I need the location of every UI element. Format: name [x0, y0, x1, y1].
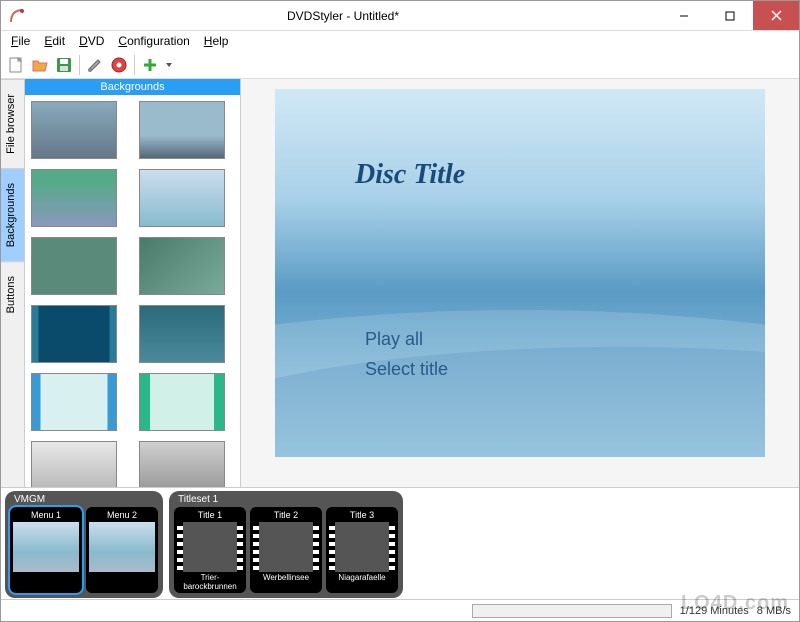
- titleset-label: Titleset 1: [174, 494, 398, 507]
- menu-option-play-all[interactable]: Play all: [365, 329, 423, 350]
- app-icon: [9, 8, 25, 24]
- background-thumb[interactable]: [139, 373, 225, 431]
- title-caption: Trier-barockbrunnen: [176, 573, 244, 591]
- menu-help-label: elp: [212, 34, 228, 48]
- titlebar: DVDStyler - Untitled*: [1, 1, 799, 31]
- titleset-group: Titleset 1 Title 1 Trier-barockbrunnen T…: [169, 491, 403, 598]
- add-button[interactable]: [139, 54, 161, 76]
- settings-button[interactable]: [84, 54, 106, 76]
- menu-item-label: Menu 1: [31, 509, 61, 521]
- title-item-1[interactable]: Title 1 Trier-barockbrunnen: [174, 507, 246, 593]
- background-thumb[interactable]: [31, 169, 117, 227]
- vmgm-group: VMGM Menu 1 Menu 2: [5, 491, 163, 598]
- browser-header: Backgrounds: [25, 79, 240, 95]
- minimize-button[interactable]: [661, 1, 707, 30]
- save-button[interactable]: [53, 54, 75, 76]
- open-button[interactable]: [29, 54, 51, 76]
- menu-dvd-label: VD: [88, 34, 105, 48]
- background-thumb[interactable]: [139, 305, 225, 363]
- vmgm-items: Menu 1 Menu 2: [10, 507, 158, 593]
- vmgm-label: VMGM: [10, 494, 158, 507]
- background-thumb[interactable]: [139, 441, 225, 487]
- background-thumb[interactable]: [31, 441, 117, 487]
- background-thumb[interactable]: [31, 305, 117, 363]
- menu-thumbnail: [13, 522, 79, 572]
- menu-edit-label: dit: [52, 34, 65, 48]
- title-label: Title 2: [274, 509, 298, 521]
- toolbar-separator: [79, 55, 80, 75]
- maximize-button[interactable]: [707, 1, 753, 30]
- toolbar-separator: [134, 55, 135, 75]
- title-label: Title 3: [350, 509, 374, 521]
- tab-buttons[interactable]: Buttons: [1, 261, 24, 327]
- tab-backgrounds[interactable]: Backgrounds: [1, 168, 24, 261]
- toolbar: [1, 51, 799, 79]
- menu-config[interactable]: Configuration: [112, 32, 195, 50]
- app-window: DVDStyler - Untitled* File Edit DVD Conf…: [0, 0, 800, 622]
- menu-help[interactable]: Help: [198, 32, 235, 50]
- menu-preview[interactable]: Disc Title Play all Select title: [275, 89, 765, 457]
- window-controls: [661, 1, 799, 30]
- menu-config-label: onfiguration: [127, 34, 190, 48]
- background-thumb[interactable]: [31, 237, 117, 295]
- disc-title-text[interactable]: Disc Title: [355, 159, 465, 191]
- add-dropdown[interactable]: [163, 54, 175, 76]
- menu-edit[interactable]: Edit: [38, 32, 71, 50]
- background-thumb[interactable]: [139, 237, 225, 295]
- watermark: LO4D.com: [681, 592, 789, 615]
- background-thumb[interactable]: [139, 101, 225, 159]
- menu-file-label: ile: [18, 34, 30, 48]
- statusbar: 1/129 Minutes 8 MB/s: [1, 599, 799, 621]
- background-thumb[interactable]: [31, 373, 117, 431]
- side-tabs: File browser Backgrounds Buttons: [1, 79, 25, 487]
- new-button[interactable]: [5, 54, 27, 76]
- title-caption: Werbellinsee: [263, 573, 309, 591]
- menu-file[interactable]: File: [5, 32, 36, 50]
- title-thumbnail: [177, 522, 243, 572]
- menubar: File Edit DVD Configuration Help: [1, 31, 799, 51]
- browser-scroll[interactable]: [25, 95, 240, 487]
- menu-item-1[interactable]: Menu 1: [10, 507, 82, 593]
- background-grid: [31, 101, 234, 487]
- title-label: Title 1: [198, 509, 222, 521]
- main-area: File browser Backgrounds Buttons Backgro…: [1, 79, 799, 487]
- titleset-items: Title 1 Trier-barockbrunnen Title 2 Werb…: [174, 507, 398, 593]
- menu-dvd[interactable]: DVD: [73, 32, 110, 50]
- background-thumb[interactable]: [31, 101, 117, 159]
- close-button[interactable]: [753, 1, 799, 30]
- timeline: VMGM Menu 1 Menu 2 Titleset 1 Title 1: [1, 487, 799, 599]
- browser-panel: Backgrounds: [25, 79, 241, 487]
- progress-bar: [472, 604, 672, 618]
- preview-area: Disc Title Play all Select title: [241, 79, 799, 487]
- title-thumbnail: [253, 522, 319, 572]
- tab-file-browser[interactable]: File browser: [1, 79, 24, 168]
- title-caption: Niagarafaelle: [338, 573, 385, 591]
- menu-item-label: Menu 2: [107, 509, 137, 521]
- burn-button[interactable]: [108, 54, 130, 76]
- background-thumb[interactable]: [139, 169, 225, 227]
- window-title: DVDStyler - Untitled*: [25, 9, 661, 23]
- menu-option-select-title[interactable]: Select title: [365, 359, 448, 380]
- title-item-3[interactable]: Title 3 Niagarafaelle: [326, 507, 398, 593]
- menu-thumbnail: [89, 522, 155, 572]
- title-item-2[interactable]: Title 2 Werbellinsee: [250, 507, 322, 593]
- title-thumbnail: [329, 522, 395, 572]
- menu-item-2[interactable]: Menu 2: [86, 507, 158, 593]
